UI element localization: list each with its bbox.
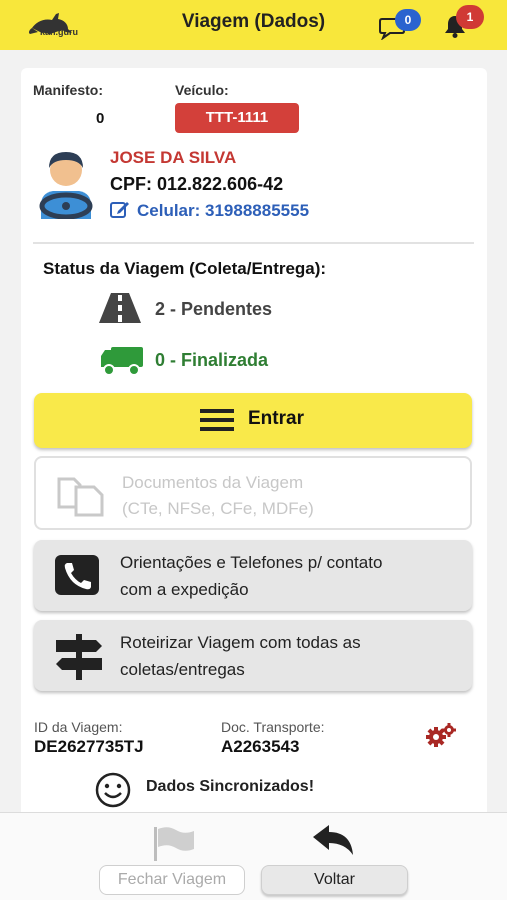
signpost-icon — [56, 634, 102, 680]
enter-button[interactable]: Entrar — [34, 393, 472, 448]
driver-name: JOSE DA SILVA — [110, 148, 237, 167]
app-header: kan.guru Viagem (Dados) 0 1 — [0, 0, 507, 50]
contact-guidelines-label: Orientações e Telefones p/ contato com a… — [120, 549, 382, 603]
notification-count-badge[interactable]: 1 — [456, 5, 484, 29]
finished-count: 0 - Finalizada — [155, 350, 269, 370]
manifest-value: 0 — [96, 110, 105, 127]
edit-icon[interactable] — [110, 200, 130, 218]
route-line-2: coletas/entregas — [120, 660, 245, 679]
trip-documents-label: Documentos da Viagem (CTe, NFSe, CFe, MD… — [122, 470, 314, 522]
truck-icon — [101, 347, 143, 376]
gears-icon[interactable] — [425, 722, 457, 748]
trip-id-label: ID da Viagem: — [34, 719, 123, 735]
transport-doc-label: Doc. Transporte: — [221, 719, 325, 735]
vehicle-label: Veículo: — [175, 82, 229, 98]
phone-icon — [55, 555, 99, 595]
sync-status: Dados Sincronizados! — [146, 778, 315, 795]
smile-icon — [95, 772, 131, 808]
contact-guidelines-button[interactable]: Orientações e Telefones p/ contato com a… — [34, 540, 472, 611]
driver-phone-link[interactable]: Celular: 31988885555 — [137, 201, 309, 221]
trip-id-value: DE2627735TJ — [34, 737, 144, 756]
route-trip-label: Roteirizar Viagem com todas as coletas/e… — [120, 629, 361, 683]
chat-count-badge[interactable]: 0 — [395, 9, 421, 31]
divider — [33, 242, 474, 244]
bottom-bar: Fechar Viagem Voltar — [0, 812, 507, 900]
route-trip-button[interactable]: Roteirizar Viagem com todas as coletas/e… — [34, 620, 472, 691]
road-icon — [99, 293, 141, 323]
transport-doc-value: A2263543 — [221, 737, 300, 756]
trip-documents-button[interactable]: Documentos da Viagem (CTe, NFSe, CFe, MD… — [34, 456, 472, 530]
manifest-label: Manifesto: — [33, 82, 103, 98]
docs-line-2: (CTe, NFSe, CFe, MDFe) — [122, 499, 314, 518]
back-button[interactable]: Voltar — [261, 865, 408, 895]
trip-status-title: Status da Viagem (Coleta/Entrega): — [43, 259, 327, 278]
pending-count: 2 - Pendentes — [155, 299, 273, 319]
enter-button-label: Entrar — [248, 408, 304, 429]
close-trip-button[interactable]: Fechar Viagem — [99, 865, 245, 895]
route-line-1: Roteirizar Viagem com todas as — [120, 633, 361, 652]
page-title: Viagem (Dados) — [181, 11, 326, 32]
menu-icon — [200, 409, 234, 431]
vehicle-plate-badge: TTT-1111 — [175, 103, 299, 133]
driver-avatar — [39, 152, 93, 219]
documents-icon — [57, 477, 104, 517]
docs-line-1: Documentos da Viagem — [122, 473, 304, 492]
flag-icon — [154, 827, 194, 861]
driver-cpf: CPF: 012.822.606-42 — [110, 174, 284, 194]
back-arrow-icon — [313, 825, 353, 855]
contact-line-2: com a expedição — [120, 580, 249, 599]
contact-line-1: Orientações e Telefones p/ contato — [120, 553, 383, 572]
